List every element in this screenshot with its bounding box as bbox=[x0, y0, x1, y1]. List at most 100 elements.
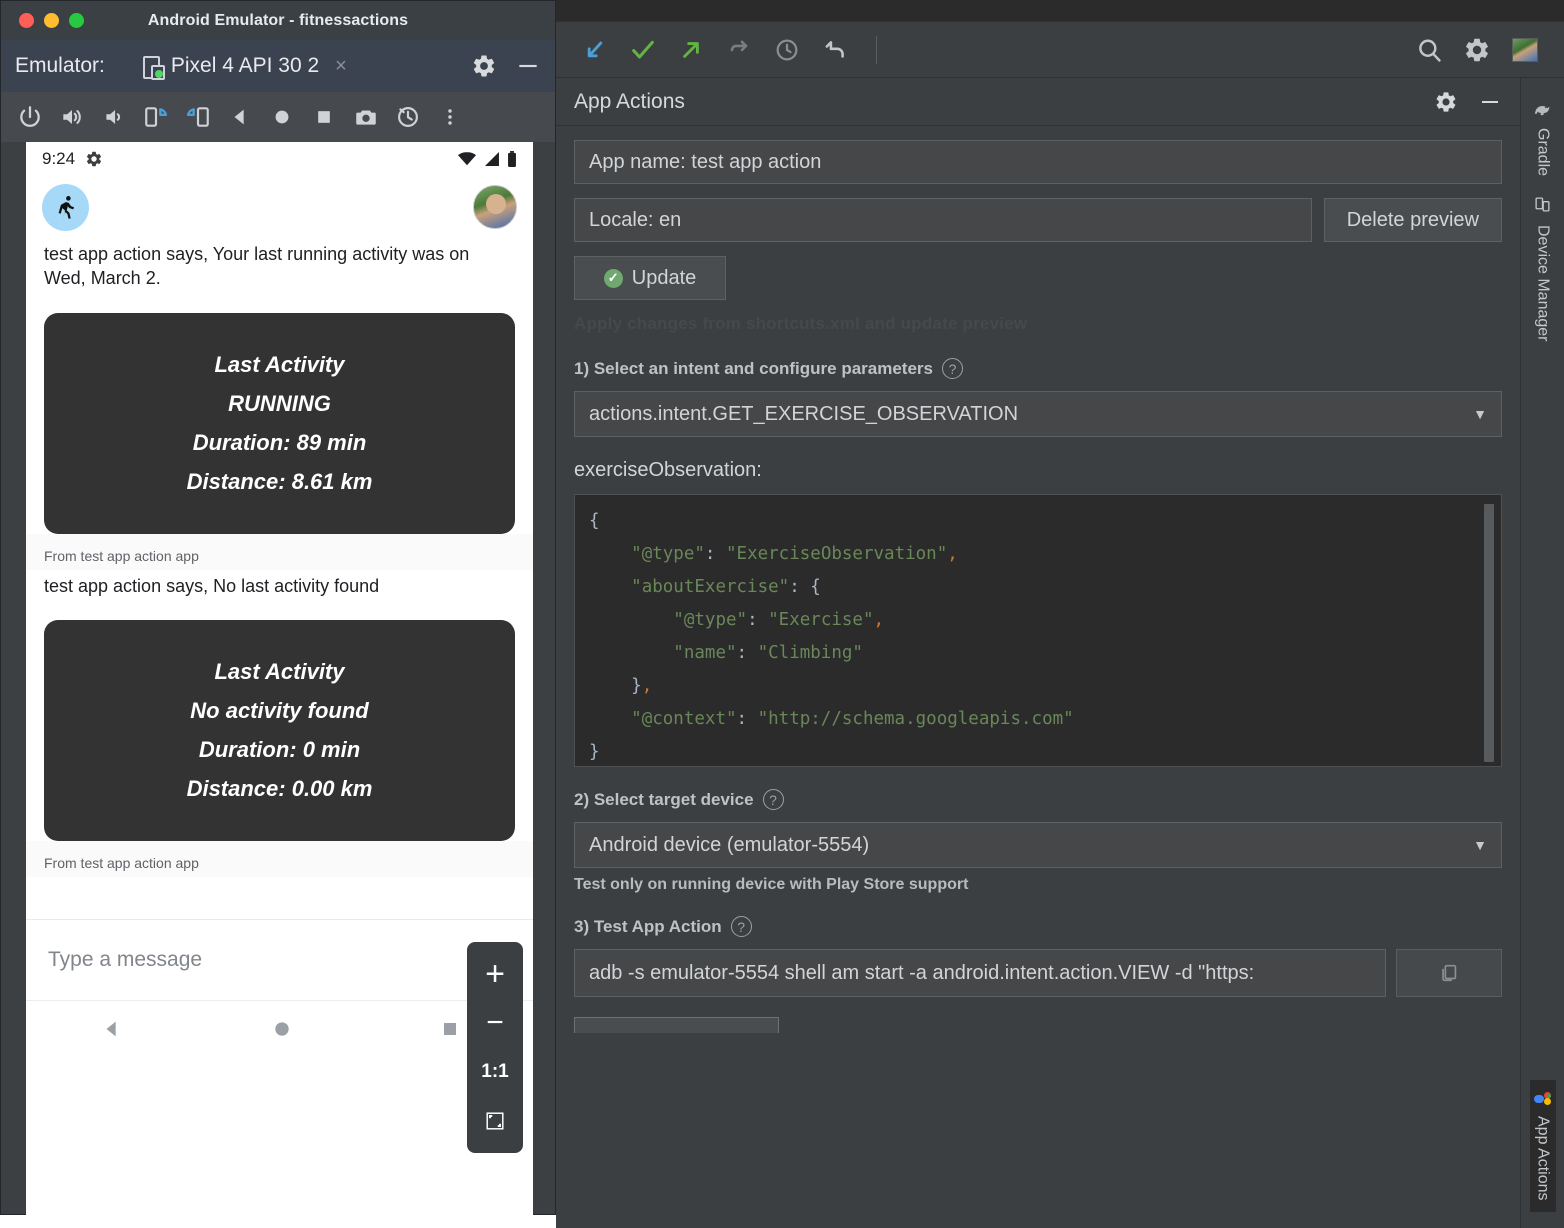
json-line: "@context": "http://schema.googleapis.co… bbox=[589, 703, 1487, 736]
android-navigation-bar bbox=[26, 1000, 533, 1058]
close-window-button[interactable] bbox=[19, 13, 34, 28]
actual-size-button[interactable]: 1:1 bbox=[471, 1050, 519, 1094]
back-icon[interactable] bbox=[221, 98, 259, 136]
more-icon[interactable] bbox=[431, 98, 469, 136]
update-button[interactable]: ✓ Update bbox=[574, 256, 726, 300]
wifi-icon bbox=[458, 152, 476, 166]
last-activity-card: Last Activity RUNNING Duration: 89 min D… bbox=[44, 313, 515, 534]
nav-back-icon[interactable] bbox=[101, 1018, 123, 1040]
step-over-icon bbox=[718, 29, 760, 71]
volume-down-icon[interactable] bbox=[95, 98, 133, 136]
overview-icon[interactable] bbox=[305, 98, 343, 136]
maximize-window-button[interactable] bbox=[69, 13, 84, 28]
sidebar-tab-device-manager[interactable]: Device Manager bbox=[1534, 186, 1552, 352]
parameter-label: exerciseObservation: bbox=[574, 459, 1502, 482]
device-hint-text: Test only on running device with Play St… bbox=[574, 876, 1502, 894]
target-device-select[interactable]: Android device (emulator-5554) ▼ bbox=[574, 822, 1502, 868]
card-distance: Distance: 0.00 km bbox=[54, 776, 505, 802]
nav-recents-icon[interactable] bbox=[441, 1020, 459, 1038]
emulator-label: Emulator: bbox=[15, 54, 105, 78]
sidebar-tab-app-actions[interactable]: App Actions bbox=[1530, 1080, 1556, 1213]
step-2-text: 2) Select target device bbox=[574, 790, 754, 810]
card-activity: RUNNING bbox=[54, 391, 505, 417]
settings-gear-icon[interactable] bbox=[1456, 29, 1498, 71]
step-out-icon[interactable] bbox=[670, 29, 712, 71]
emulator-device-screen[interactable]: 9:24 test app action says, Your last run… bbox=[26, 142, 533, 1215]
sidebar-tab-gradle-label: Gradle bbox=[1534, 128, 1552, 176]
sidebar-tab-gradle[interactable]: Gradle bbox=[1534, 92, 1552, 186]
app-name-field[interactable]: App name: test app action bbox=[574, 140, 1502, 184]
home-icon[interactable] bbox=[263, 98, 301, 136]
screenshot-icon[interactable] bbox=[347, 98, 385, 136]
emulator-tab-bar: Emulator: Pixel 4 API 30 2 × bbox=[1, 40, 555, 92]
copy-icon[interactable] bbox=[1396, 949, 1502, 997]
intent-select[interactable]: actions.intent.GET_EXERCISE_OBSERVATION … bbox=[574, 391, 1502, 437]
search-icon[interactable] bbox=[1408, 29, 1450, 71]
undo-icon[interactable] bbox=[814, 29, 856, 71]
android-studio-window: App Actions App name: test app action Lo… bbox=[556, 0, 1564, 1228]
window-traffic-lights[interactable] bbox=[19, 13, 84, 28]
json-scrollbar-thumb[interactable] bbox=[1484, 504, 1494, 762]
step-1-text: 1) Select an intent and configure parame… bbox=[574, 359, 933, 379]
json-line: { bbox=[589, 505, 1487, 538]
status-bar-time: 9:24 bbox=[42, 149, 75, 169]
intent-select-value: actions.intent.GET_EXERCISE_OBSERVATION bbox=[589, 403, 1473, 426]
close-icon[interactable]: × bbox=[335, 55, 347, 78]
adb-command-field[interactable]: adb -s emulator-5554 shell am start -a a… bbox=[574, 949, 1386, 997]
screenshot-root: Android Emulator - fitnessactions Emulat… bbox=[0, 0, 1564, 1228]
gear-icon[interactable] bbox=[471, 53, 497, 79]
help-icon[interactable]: ? bbox=[763, 789, 784, 810]
card-title: Last Activity bbox=[54, 659, 505, 685]
check-icon[interactable] bbox=[622, 29, 664, 71]
emulator-title-bar: Android Emulator - fitnessactions bbox=[1, 1, 555, 40]
step-into-icon[interactable] bbox=[574, 29, 616, 71]
emulator-toolbar bbox=[1, 92, 555, 142]
sidebar-tab-app-actions-label: App Actions bbox=[1534, 1116, 1552, 1201]
rotate-right-icon[interactable] bbox=[179, 98, 217, 136]
signal-icon bbox=[483, 152, 500, 166]
zoom-in-button[interactable]: + bbox=[471, 952, 519, 996]
minimize-icon[interactable] bbox=[515, 53, 541, 79]
delete-preview-button[interactable]: Delete preview bbox=[1324, 198, 1502, 242]
json-code-content: { "@type": "ExerciseObservation", "about… bbox=[575, 495, 1501, 767]
account-avatar-icon[interactable] bbox=[1504, 29, 1546, 71]
message-input[interactable]: Type a message bbox=[26, 919, 533, 1000]
minimize-window-button[interactable] bbox=[44, 13, 59, 28]
gradle-elephant-icon bbox=[1534, 102, 1551, 121]
help-icon[interactable]: ? bbox=[942, 358, 963, 379]
volume-up-icon[interactable] bbox=[53, 98, 91, 136]
locale-field[interactable]: Locale: en bbox=[574, 198, 1312, 242]
screen-record-icon[interactable] bbox=[389, 98, 427, 136]
running-person-icon bbox=[42, 184, 89, 231]
ide-tool-sidebar: Gradle Device Manager App Actions bbox=[1520, 78, 1564, 1228]
json-line: }, bbox=[589, 670, 1487, 703]
fit-to-window-button[interactable] bbox=[471, 1099, 519, 1143]
rotate-left-icon[interactable] bbox=[137, 98, 175, 136]
android-emulator-window: Android Emulator - fitnessactions Emulat… bbox=[0, 0, 556, 1215]
device-icon bbox=[141, 54, 163, 78]
zoom-out-button[interactable]: − bbox=[471, 1001, 519, 1045]
card-duration: Duration: 89 min bbox=[54, 430, 505, 456]
emulator-window-title: Android Emulator - fitnessactions bbox=[148, 12, 408, 30]
power-icon[interactable] bbox=[11, 98, 49, 136]
step-3-text: 3) Test App Action bbox=[574, 917, 722, 937]
json-parameter-editor[interactable]: { "@type": "ExerciseObservation", "about… bbox=[574, 494, 1502, 767]
check-icon: ✓ bbox=[604, 269, 623, 288]
minimize-icon[interactable] bbox=[1478, 90, 1502, 114]
update-button-label: Update bbox=[632, 267, 697, 290]
assistant-message-text: test app action says, No last activity f… bbox=[26, 570, 533, 612]
gear-icon[interactable] bbox=[1434, 90, 1458, 114]
help-icon[interactable]: ? bbox=[731, 916, 752, 937]
history-clock-icon bbox=[766, 29, 808, 71]
card-duration: Duration: 0 min bbox=[54, 737, 505, 763]
sidebar-tab-app-actions-wrap: App Actions bbox=[1521, 1080, 1564, 1213]
run-app-action-button-peek[interactable] bbox=[574, 1017, 779, 1033]
json-scrollbar-track[interactable] bbox=[1486, 499, 1498, 761]
toolbar-divider bbox=[876, 36, 877, 64]
avatar[interactable] bbox=[473, 185, 517, 229]
ide-toolbar bbox=[556, 22, 1564, 78]
assistant-header bbox=[26, 176, 533, 238]
emulator-device-tab[interactable]: Pixel 4 API 30 2 × bbox=[137, 40, 351, 92]
page-title: App Actions bbox=[574, 90, 685, 114]
nav-home-icon[interactable] bbox=[272, 1019, 292, 1039]
